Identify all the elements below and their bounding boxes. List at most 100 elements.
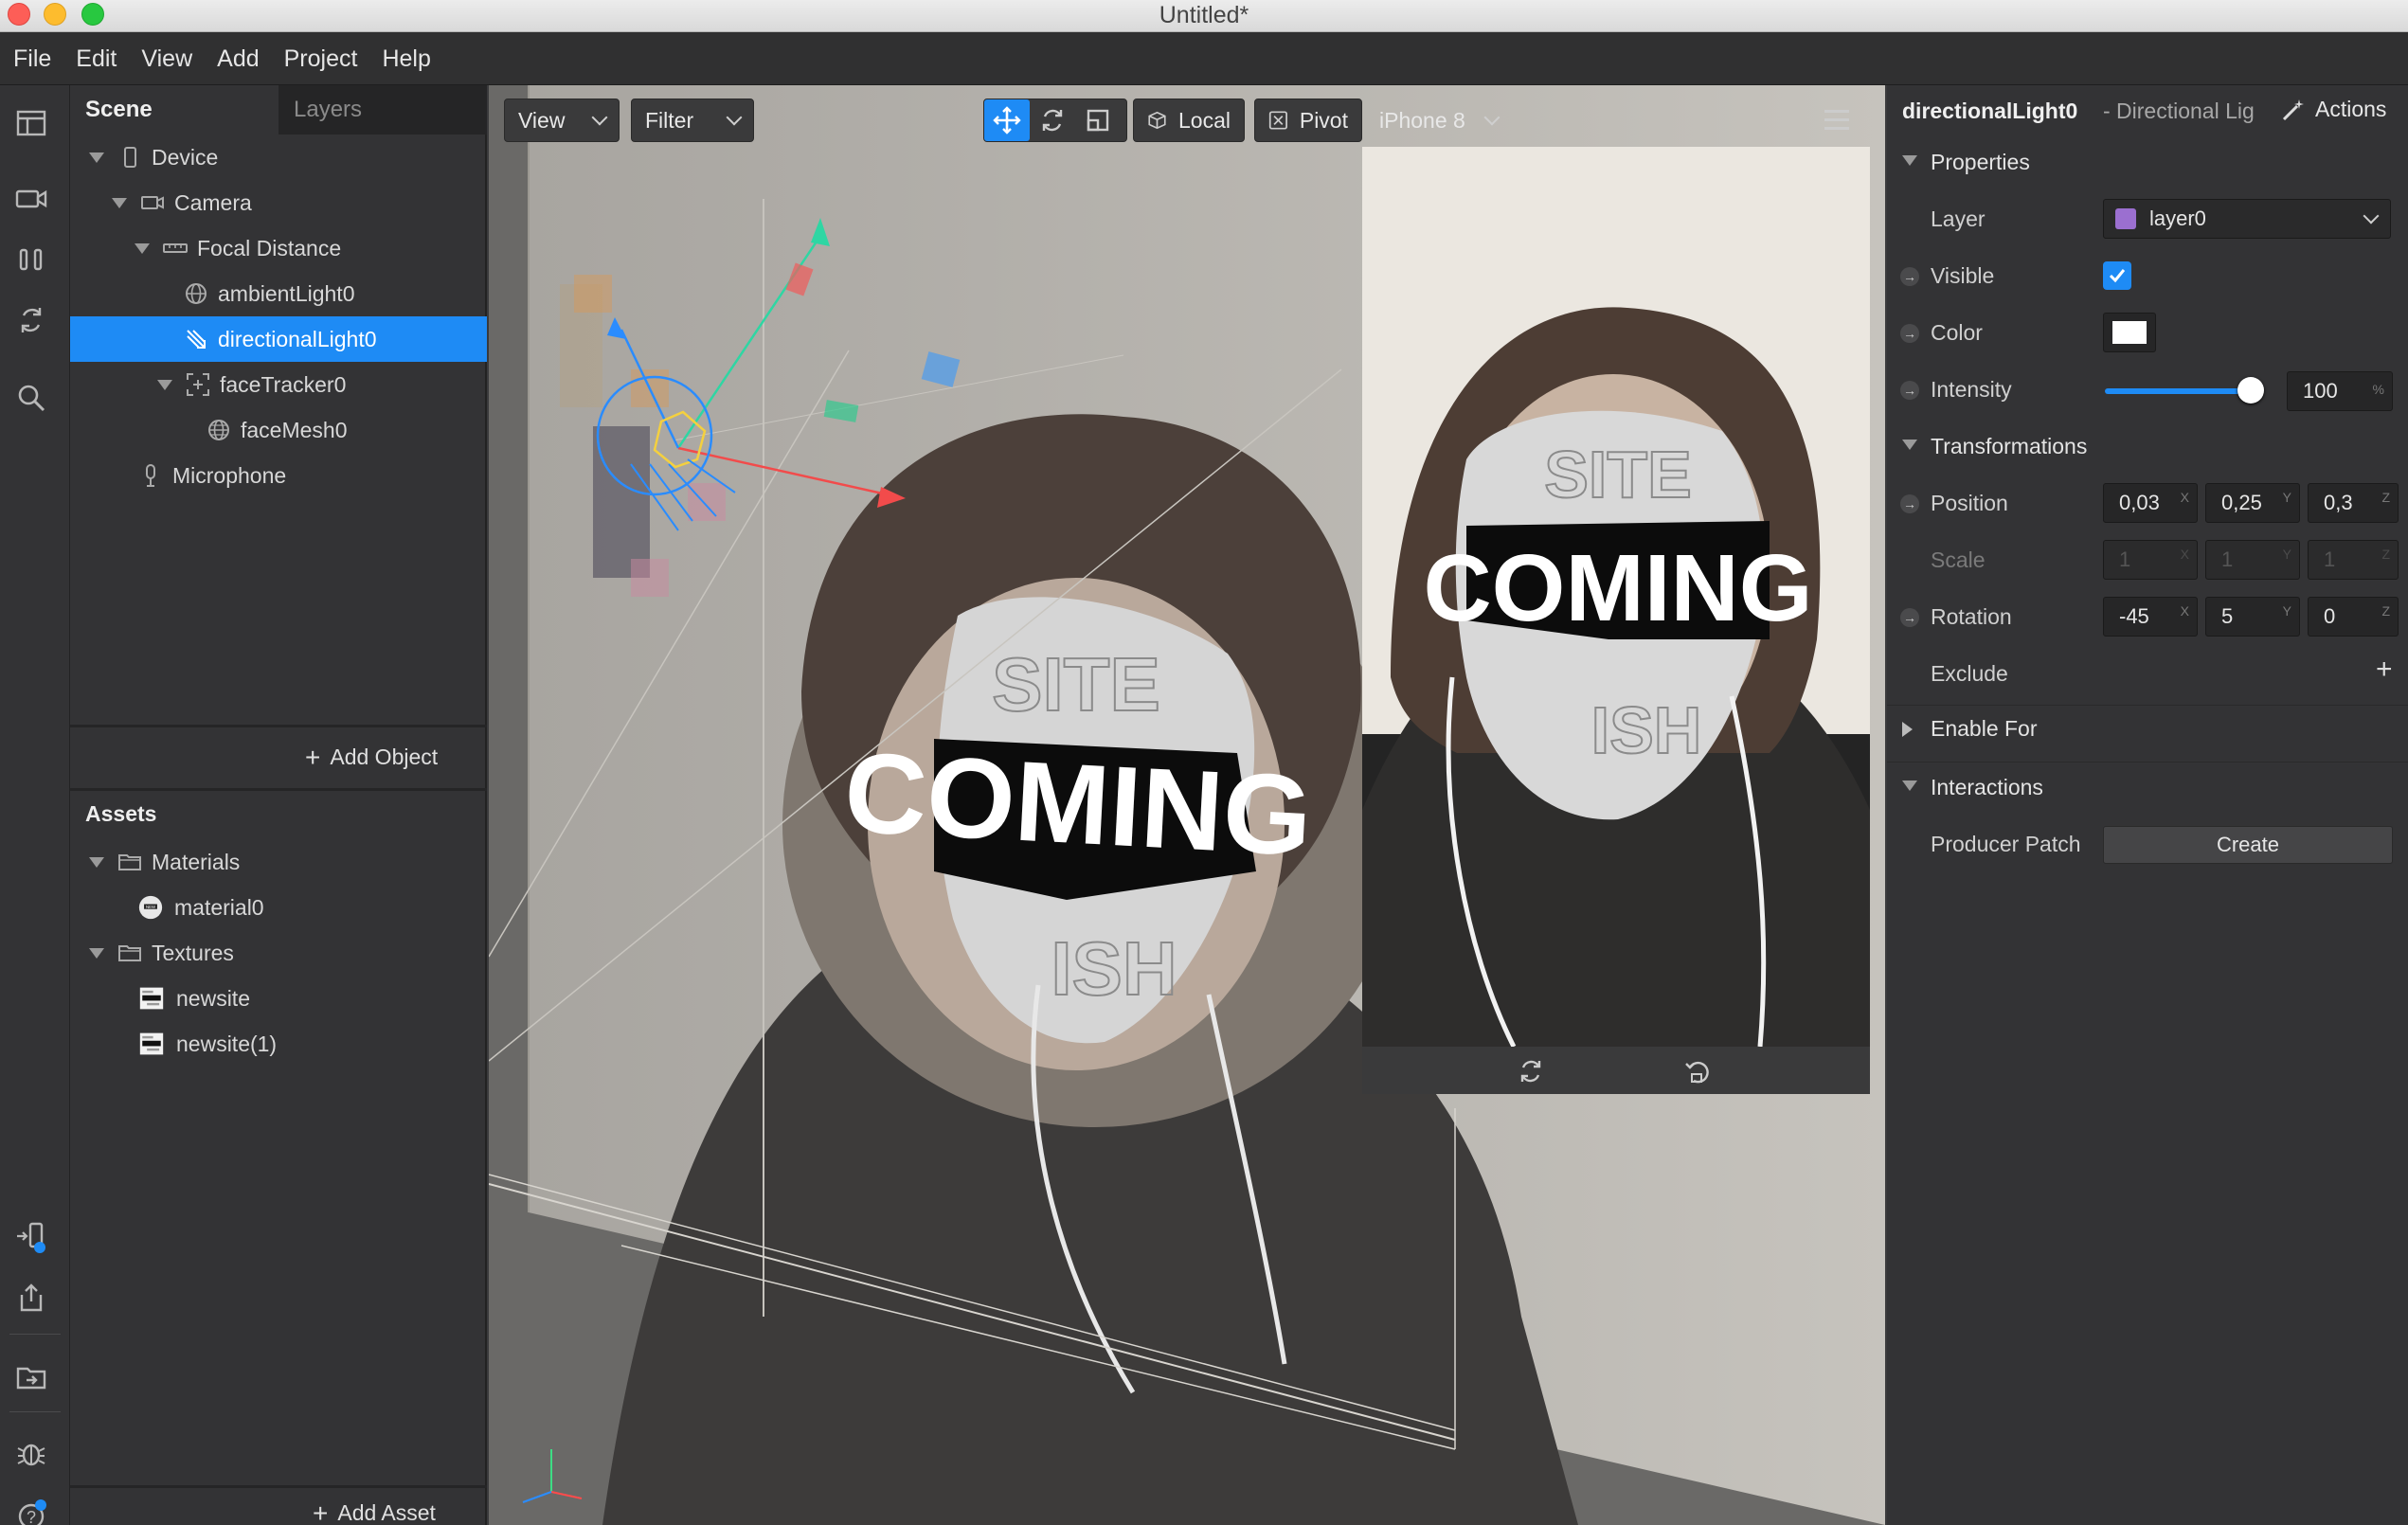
asset-newsite-1[interactable]: newsite(1) — [70, 1021, 487, 1067]
rotation-label: Rotation — [1931, 604, 2012, 629]
panel-divider — [70, 1485, 487, 1488]
menu-project[interactable]: Project — [272, 32, 370, 85]
rotation-z-input[interactable]: 0Z — [2308, 597, 2399, 637]
checkmark-icon — [2109, 269, 2126, 283]
preview-scene: COMING SITE ISH — [1362, 147, 1870, 1047]
menu-help[interactable]: Help — [369, 32, 442, 85]
device-icon — [117, 145, 142, 170]
mask-middle-text: COMING — [841, 728, 1315, 880]
import-folder-icon[interactable] — [12, 1358, 50, 1396]
menu-edit[interactable]: Edit — [63, 32, 129, 85]
tree-item-face-tracker[interactable]: faceTracker0 — [70, 362, 487, 407]
preview-toolbar — [1362, 1047, 1870, 1094]
tree-item-face-mesh[interactable]: faceMesh0 — [70, 407, 487, 453]
intensity-slider-track[interactable] — [2105, 388, 2256, 394]
expand-arrow-icon[interactable] — [89, 856, 104, 868]
search-icon[interactable] — [12, 379, 50, 417]
intensity-slider-thumb[interactable] — [2237, 377, 2264, 404]
properties-panel: directionalLight0 - Directional Lig Acti… — [1887, 85, 2408, 1525]
position-x-input[interactable]: 0,03 X — [2103, 483, 2198, 523]
asset-folder-materials[interactable]: Materials — [70, 839, 487, 885]
expand-arrow-icon[interactable] — [1902, 722, 1913, 737]
color-picker[interactable] — [2103, 313, 2156, 352]
scale-tool-button[interactable] — [1075, 99, 1121, 141]
tool-strip: ? — [0, 85, 70, 1525]
move-tool-button[interactable] — [984, 99, 1030, 141]
asset-folder-textures[interactable]: Textures — [70, 930, 487, 976]
patch-arrow-icon[interactable]: → — [1900, 324, 1919, 343]
microphone-icon — [138, 463, 163, 488]
rotation-y-input[interactable]: 5Y — [2205, 597, 2300, 637]
restart-preview-icon[interactable] — [1684, 1058, 1711, 1091]
add-exclude-button[interactable]: + — [2376, 654, 2393, 686]
section-enable-for[interactable]: Enable For — [1931, 716, 2038, 742]
section-interactions[interactable]: Interactions — [1931, 775, 2043, 800]
tree-item-device[interactable]: Device — [70, 135, 487, 180]
patch-arrow-icon[interactable]: → — [1900, 608, 1919, 627]
local-toggle[interactable]: Local — [1133, 99, 1245, 142]
layout-icon[interactable] — [12, 104, 50, 142]
actions-button[interactable]: Actions — [2281, 97, 2386, 122]
tree-item-microphone[interactable]: Microphone — [70, 453, 487, 498]
upload-icon[interactable] — [12, 1279, 50, 1317]
menu-bar: File Edit View Add Project Help — [0, 32, 2408, 85]
hamburger-menu-icon[interactable] — [1824, 110, 1849, 131]
color-label: Color — [1931, 320, 1983, 345]
menu-file[interactable]: File — [0, 32, 63, 85]
expand-arrow-icon[interactable] — [135, 242, 150, 254]
expand-arrow-icon[interactable] — [89, 947, 104, 959]
menu-add[interactable]: Add — [205, 32, 271, 85]
tab-scene[interactable]: Scene — [70, 85, 279, 135]
chevron-down-icon — [591, 109, 608, 126]
collapse-arrow-icon[interactable] — [1902, 440, 1917, 450]
asset-newsite[interactable]: newsite — [70, 976, 487, 1021]
section-transformations[interactable]: Transformations — [1931, 434, 2087, 459]
video-camera-icon[interactable] — [12, 180, 50, 218]
rotation-x-input[interactable]: -45 X — [2103, 597, 2198, 637]
asset-label: material0 — [174, 894, 264, 920]
refresh-icon[interactable] — [12, 301, 50, 339]
chevron-down-icon — [1483, 109, 1501, 126]
visible-checkbox[interactable] — [2103, 261, 2131, 290]
rotate-icon — [1042, 109, 1063, 132]
pause-columns-icon[interactable] — [12, 241, 50, 278]
tab-layers[interactable]: Layers — [279, 85, 487, 135]
rotate-tool-button[interactable] — [1030, 99, 1075, 141]
add-asset-button[interactable]: + Add Asset — [313, 1499, 436, 1525]
layer-dropdown[interactable]: layer0 — [2103, 199, 2391, 239]
menu-view[interactable]: View — [129, 32, 205, 85]
patch-arrow-icon[interactable]: → — [1900, 267, 1919, 286]
intensity-input[interactable]: 100 % — [2287, 371, 2393, 411]
expand-arrow-icon[interactable] — [112, 197, 127, 208]
pivot-toggle[interactable]: Pivot — [1254, 99, 1362, 142]
collapse-arrow-icon[interactable] — [1902, 780, 1917, 791]
patch-arrow-icon[interactable]: → — [1900, 494, 1919, 513]
help-icon[interactable]: ? — [12, 1495, 50, 1525]
mesh-icon — [207, 418, 231, 442]
patch-arrow-icon[interactable]: → — [1900, 381, 1919, 400]
expand-arrow-icon[interactable] — [89, 152, 104, 163]
asset-label: Materials — [152, 849, 241, 874]
device-dropdown[interactable]: iPhone 8 — [1374, 99, 1516, 142]
collapse-arrow-icon[interactable] — [1902, 155, 1917, 166]
view-dropdown[interactable]: View — [504, 99, 620, 142]
create-button[interactable]: Create — [2103, 826, 2393, 864]
intensity-label: Intensity — [1931, 377, 2012, 402]
position-y-input[interactable]: 0,25 Y — [2205, 483, 2300, 523]
expand-arrow-icon[interactable] — [157, 379, 172, 390]
device-preview[interactable]: COMING SITE ISH — [1362, 147, 1870, 1094]
rotate-preview-icon[interactable] — [1518, 1058, 1544, 1091]
tree-item-directional-light[interactable]: directionalLight0 — [70, 316, 487, 362]
position-z-input[interactable]: 0,3 Z — [2308, 483, 2399, 523]
filter-dropdown[interactable]: Filter — [631, 99, 754, 142]
add-object-button[interactable]: + Add Object — [305, 744, 438, 770]
tree-item-focal-distance[interactable]: Focal Distance — [70, 225, 487, 271]
section-properties[interactable]: Properties — [1931, 150, 2030, 175]
bug-icon[interactable] — [12, 1434, 50, 1472]
window-title: Untitled* — [1159, 2, 1249, 28]
asset-label: newsite(1) — [176, 1031, 278, 1056]
tree-item-camera[interactable]: Camera — [70, 180, 487, 225]
asset-material0[interactable]: NEW material0 — [70, 885, 487, 930]
tree-item-ambient-light[interactable]: ambientLight0 — [70, 271, 487, 316]
send-to-device-icon[interactable] — [12, 1218, 50, 1256]
